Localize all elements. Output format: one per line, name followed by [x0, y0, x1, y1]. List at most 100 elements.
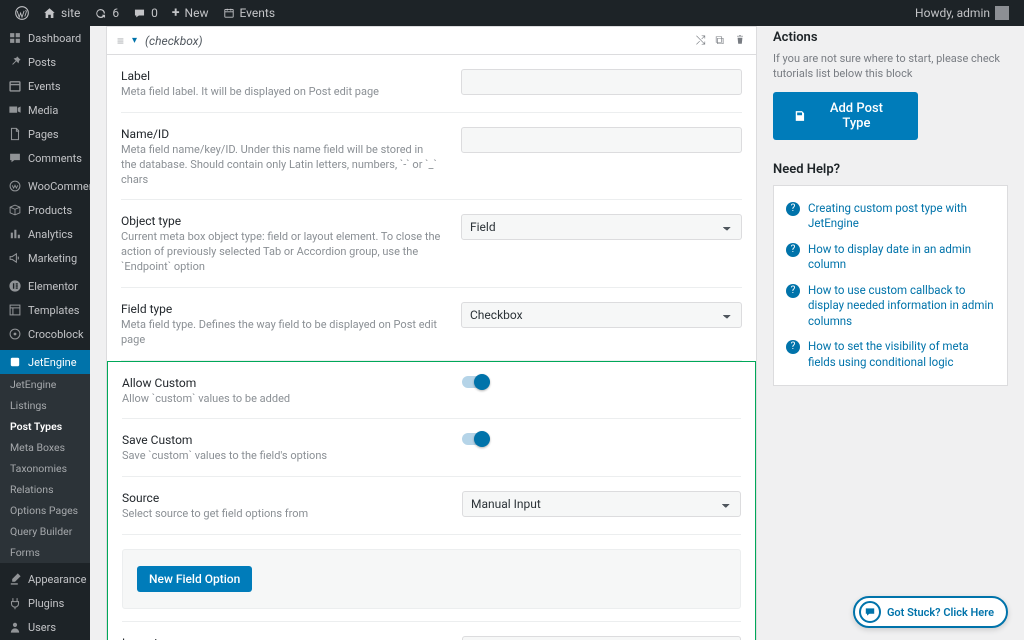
row-field_type: Field typeMeta field type. Defines the w… [121, 288, 742, 361]
woo-icon [8, 179, 22, 193]
name-input[interactable] [461, 127, 742, 153]
comments-count: 0 [151, 6, 158, 20]
object_type-select[interactable]: Field [461, 214, 742, 240]
sidebar-item-label: Appearance [28, 573, 87, 586]
sidebar-item-products[interactable]: Products [0, 198, 90, 222]
stuck-chat-button[interactable]: Got Stuck? Click Here [853, 596, 1008, 628]
field-label: Field type [121, 302, 441, 316]
help-link-item: ?How to display date in an admin column [786, 237, 995, 278]
admin-sidebar: Dashboard Posts Events Media Pages Comments Wo… [0, 26, 90, 640]
sidebar-item-posts[interactable]: Posts [0, 50, 90, 74]
drag-handle-icon[interactable]: ≡ [117, 34, 124, 48]
question-icon: ? [786, 340, 800, 354]
help-link[interactable]: Creating custom post type with JetEngine [808, 201, 995, 232]
sidebar-item-analytics[interactable]: Analytics [0, 222, 90, 246]
main-content: ≡ ▾ (checkbox) ⤭ ⧉ LabelMeta field label… [90, 26, 1024, 640]
field-desc: Select source to get field options from [122, 507, 442, 522]
label-input[interactable] [461, 69, 742, 95]
save_custom-toggle[interactable] [462, 433, 490, 445]
layout-select[interactable] [462, 636, 741, 640]
sub-item[interactable]: Query Builder [0, 521, 90, 542]
row-source: Source Select source to get field options… [122, 477, 741, 535]
copy-icon[interactable]: ⧉ [715, 33, 724, 48]
box-icon [8, 203, 22, 217]
sub-item[interactable]: Relations [0, 479, 90, 500]
new-field-option-button[interactable]: New Field Option [137, 566, 252, 592]
mega-icon [8, 251, 22, 265]
accordion-header[interactable]: ≡ ▾ (checkbox) ⤭ ⧉ [106, 26, 757, 55]
allow_custom-toggle[interactable] [462, 376, 490, 388]
chevron-down-icon[interactable]: ▾ [132, 35, 137, 46]
sidebar-item-pages[interactable]: Pages [0, 122, 90, 146]
sidebar-item-croco[interactable]: Crocoblock [0, 322, 90, 346]
sidebar-item-dashboard[interactable]: Dashboard [0, 26, 90, 50]
updates-count: 6 [112, 6, 119, 20]
help-link[interactable]: How to set the visibility of meta fields… [808, 339, 995, 370]
field-label: Layout [122, 636, 442, 640]
field-desc: Allow `custom` values to be added [122, 392, 442, 407]
trash-icon[interactable] [734, 33, 746, 48]
sidebar-item-woo[interactable]: WooCommerce [0, 174, 90, 198]
field_type-select[interactable]: Checkbox [461, 302, 742, 328]
field-label: Save Custom [122, 433, 442, 447]
help-links-box: ? Creating custom post type with JetEngin… [773, 185, 1008, 387]
plug-icon [8, 596, 22, 610]
user-icon [8, 620, 22, 634]
sidebar-item-comments[interactable]: Comments [0, 146, 90, 170]
events-link[interactable]: Events [216, 0, 283, 26]
pin-icon [8, 55, 22, 69]
shuffle-icon[interactable]: ⤭ [696, 33, 706, 48]
sidebar-item-events[interactable]: Events [0, 74, 90, 98]
sidebar-item-label: Posts [28, 56, 56, 69]
sidebar-item-elementor[interactable]: Elementor [0, 274, 90, 298]
row-name: Name/IDMeta field name/key/ID. Under thi… [121, 113, 742, 201]
sidebar-item-label: Comments [28, 152, 82, 165]
sidebar-item-label: Media [28, 104, 58, 117]
site-link[interactable]: site [36, 0, 87, 26]
media-icon [8, 103, 22, 117]
accordion-title: (checkbox) [145, 34, 203, 48]
sub-item[interactable]: Options Pages [0, 500, 90, 521]
help-link[interactable]: How to display date in an admin column [808, 242, 995, 273]
sub-item[interactable]: Meta Boxes [0, 437, 90, 458]
field-label: Source [122, 491, 442, 505]
comments-link[interactable]: 0 [126, 0, 165, 26]
add-post-type-label: Add Post Type [815, 101, 898, 131]
editor-column: ≡ ▾ (checkbox) ⤭ ⧉ LabelMeta field label… [106, 26, 757, 600]
sidebar-item-marketing[interactable]: Marketing [0, 246, 90, 270]
jet-icon [8, 355, 22, 369]
add-post-type-button[interactable]: Add Post Type [773, 92, 918, 140]
new-link[interactable]: +New [165, 0, 216, 26]
row-label: LabelMeta field label. It will be displa… [121, 55, 742, 113]
actions-title: Actions [773, 30, 1008, 45]
sidebar-item-media[interactable]: Media [0, 98, 90, 122]
field-label: Allow Custom [122, 376, 442, 390]
sub-item[interactable]: Forms [0, 542, 90, 563]
sidebar-item-label: Analytics [28, 228, 73, 241]
sidebar-item-plugins[interactable]: Plugins [0, 591, 90, 615]
updates-link[interactable]: 6 [87, 0, 126, 26]
sidebar-item-label: Products [28, 204, 72, 217]
bars-icon [8, 227, 22, 241]
brush-icon [8, 572, 22, 586]
account-link[interactable]: Howdy, admin [908, 6, 1016, 20]
help-title: Need Help? [773, 162, 1008, 177]
jetengine-submenu: JetEngineListingsPost TypesMeta BoxesTax… [0, 374, 90, 563]
sidebar-item-users[interactable]: Users [0, 615, 90, 639]
sub-item[interactable]: Taxonomies [0, 458, 90, 479]
wp-logo[interactable] [8, 0, 36, 26]
save-icon [793, 109, 807, 123]
source-select[interactable]: Manual Input [462, 491, 741, 517]
sub-item[interactable]: JetEngine [0, 374, 90, 395]
sub-item[interactable]: Listings [0, 395, 90, 416]
row-object_type: Object typeCurrent meta box object type:… [121, 200, 742, 288]
sidebar-item-templates[interactable]: Templates [0, 298, 90, 322]
sub-item[interactable]: Post Types [0, 416, 90, 437]
help-link[interactable]: How to use custom callback to display ne… [808, 283, 995, 330]
field-desc: Meta field label. It will be displayed o… [121, 85, 441, 100]
sidebar-secondary: Actions If you are not sure where to sta… [773, 26, 1008, 600]
sidebar-item-jetengine[interactable]: JetEngine [0, 350, 90, 374]
question-icon: ? [786, 202, 800, 216]
sidebar-item-appearance[interactable]: Appearance [0, 567, 90, 591]
actions-note: If you are not sure where to start, plea… [773, 51, 1008, 82]
